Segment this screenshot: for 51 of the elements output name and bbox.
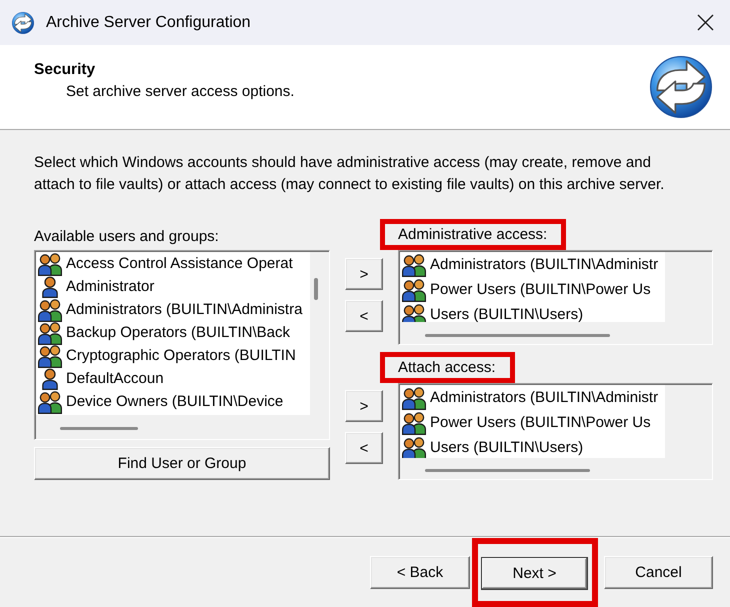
person-icon — [42, 368, 58, 390]
group-icon — [38, 298, 62, 322]
user-list[interactable]: Administrators (BUILTIN\Administr Power Users (BUILTIN\Power Us Users (BUILTIN\Users) — [398, 383, 713, 480]
group-icon — [402, 436, 426, 458]
refresh-icon — [650, 56, 712, 118]
remove-button[interactable]: < — [345, 432, 383, 464]
scrollbar-thumb[interactable] — [60, 427, 138, 430]
access-list-label: Administrative access: — [398, 226, 548, 244]
wizard-button[interactable]: Next > — [481, 556, 588, 590]
list-item[interactable]: Administrators (BUILTIN\Administr — [400, 385, 665, 410]
find-user-button[interactable]: Find User or Group — [34, 447, 330, 480]
scrollbar-thumb[interactable] — [314, 278, 318, 300]
refresh-icon — [12, 12, 34, 34]
remove-button[interactable]: < — [345, 300, 383, 332]
group-icon — [38, 390, 62, 414]
group-icon — [402, 410, 426, 434]
list-item[interactable]: Power Users (BUILTIN\Power Us — [400, 277, 665, 302]
page-title: Security — [34, 60, 96, 80]
list-item[interactable]: Access Control Assistance Operat — [36, 252, 310, 275]
window-title: Archive Server Configuration — [46, 14, 251, 32]
description-text: Select which Windows accounts should have administrative access (may create, remove and attach to file vaults) or attach access (may connect to existing file vaults) on this archive server. — [34, 153, 666, 195]
add-button[interactable]: > — [345, 390, 383, 422]
group-icon — [402, 386, 426, 410]
list-item[interactable]: Device Owners (BUILTIN\Device — [36, 390, 310, 413]
close-icon — [696, 14, 714, 31]
list-item[interactable]: Administrator — [36, 275, 310, 298]
list-item[interactable]: Administrators (BUILTIN\Administra — [36, 298, 310, 321]
group-icon — [38, 344, 62, 368]
group-icon — [402, 302, 426, 322]
wizard-button[interactable]: < Back — [370, 556, 470, 588]
list-item[interactable]: Users (BUILTIN\Users) — [400, 435, 665, 458]
user-list[interactable]: Administrators (BUILTIN\Administr Power Users (BUILTIN\Power Us Users (BUILTIN\Users) — [398, 250, 713, 345]
page-subtitle: Set archive server access options. — [66, 82, 294, 102]
person-icon — [42, 276, 58, 298]
wizard-button[interactable]: Cancel — [604, 556, 713, 588]
access-list-label: Attach access: — [398, 358, 496, 376]
group-icon — [38, 252, 62, 276]
list-item[interactable]: Power Users (BUILTIN\Power Us — [400, 410, 665, 435]
add-button[interactable]: > — [345, 258, 383, 290]
group-icon — [402, 252, 426, 276]
scrollbar-thumb[interactable] — [425, 334, 610, 337]
list-item[interactable]: Backup Operators (BUILTIN\Back — [36, 321, 310, 344]
available-list-label: Available users and groups: — [34, 228, 219, 246]
scrollbar-thumb[interactable] — [425, 469, 590, 472]
group-icon — [38, 320, 62, 344]
list-item[interactable]: Administrators (BUILTIN\Administr — [400, 252, 665, 277]
list-item[interactable]: Cryptographic Operators (BUILTIN — [36, 344, 310, 367]
group-icon — [402, 278, 426, 302]
user-list[interactable]: Access Control Assistance Operat Administrator Administrators (BUILTIN\Administra Backup Operators (BUILTIN\Back Cryptographic Operators (BUILTIN DefaultAccoun Device Owners (BUILTIN\Device — [34, 250, 330, 440]
list-item[interactable]: DefaultAccoun — [36, 367, 310, 390]
list-item[interactable]: Users (BUILTIN\Users) — [400, 302, 665, 322]
